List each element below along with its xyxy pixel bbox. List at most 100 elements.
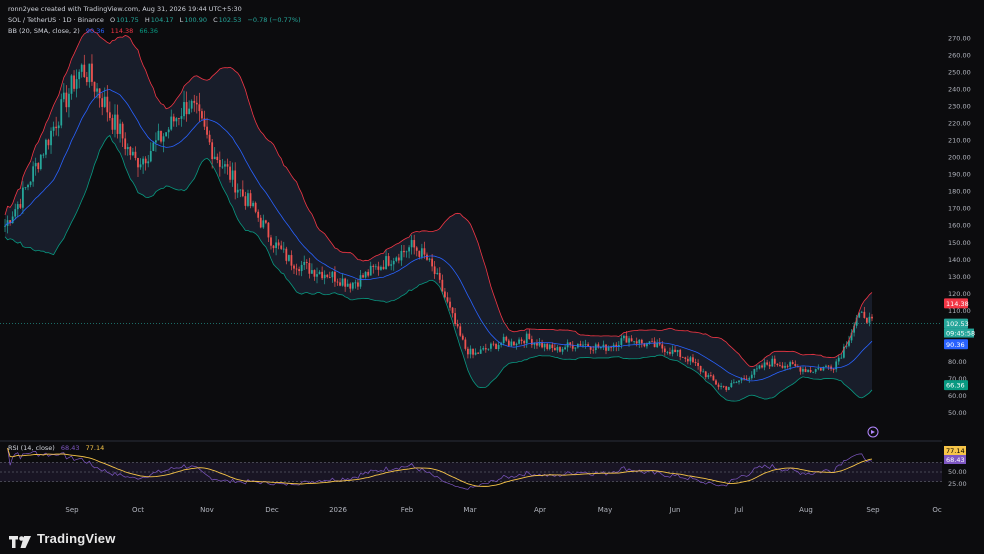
candle-body	[65, 92, 68, 108]
candle-body	[638, 339, 641, 344]
candle-body	[313, 270, 316, 277]
candle-body	[374, 266, 377, 268]
candle-body	[300, 264, 303, 272]
price-tick-label: 60.00	[948, 392, 967, 400]
candle-body	[323, 274, 326, 279]
rsi-legend-label[interactable]: RSI (14, close)	[8, 444, 55, 452]
price-chart[interactable]: 270.00 260.00 250.00 240.00 230.00 220.00 210.…	[0, 0, 984, 554]
price-tick-label: 130.00	[948, 273, 971, 281]
candle-body	[451, 307, 454, 314]
rsi-legend[interactable]: RSI (14, close) 68.43 77.14	[8, 444, 108, 452]
candle-body	[60, 99, 63, 126]
candle-body	[443, 291, 446, 298]
candle-body	[167, 129, 170, 133]
candle-body	[165, 132, 168, 137]
candle-body	[126, 146, 129, 150]
candle-body	[149, 150, 152, 162]
candle-body	[91, 63, 93, 82]
price-tick-label: 250.00	[948, 69, 971, 77]
time-tick-label: Aug	[799, 506, 813, 514]
candle-body	[781, 365, 784, 368]
candle-body	[134, 151, 137, 158]
candle-body	[29, 181, 32, 185]
candle-body	[582, 344, 584, 346]
candle-body	[308, 262, 311, 274]
candle-body	[697, 363, 699, 366]
candle-body	[725, 386, 728, 390]
candle-body	[518, 339, 520, 344]
candle-body	[380, 266, 382, 270]
time-tick-label: Oct	[132, 506, 144, 514]
candle-body	[825, 365, 827, 367]
ohlc-close: 102.53	[218, 16, 242, 24]
candle-body	[684, 357, 687, 359]
candle-body	[484, 348, 487, 350]
candle-body	[262, 220, 265, 228]
candle-body	[722, 385, 725, 387]
candle-body	[78, 71, 81, 80]
tradingview-logo-text: TradingView	[37, 531, 116, 546]
candle-body	[663, 348, 666, 353]
candle-body	[784, 365, 786, 368]
candle-body	[628, 338, 630, 343]
candle-body	[185, 102, 188, 115]
candle-body	[172, 116, 175, 122]
candle-body	[85, 77, 88, 83]
symbol-legend[interactable]: SOL / TetherUS · 1D · Binance O101.75 H1…	[8, 16, 305, 24]
candle-body	[27, 184, 29, 188]
candle-body	[397, 257, 400, 261]
candle-body	[423, 248, 426, 255]
candle-body	[114, 114, 116, 130]
candle-body	[727, 387, 730, 390]
bb-upper-value: 114.38	[110, 27, 134, 35]
candle-body	[832, 369, 835, 370]
candle-body	[730, 382, 733, 388]
bb-legend[interactable]: BB (20, SMA, close, 2) 90.36 114.38 66.3…	[8, 27, 162, 35]
candle-body	[193, 100, 196, 103]
candle-body	[57, 125, 60, 129]
candle-body	[277, 242, 280, 246]
symbol-title[interactable]: SOL / TetherUS · 1D · Binance	[8, 16, 104, 24]
candle-body	[469, 348, 472, 355]
candle-body	[441, 279, 444, 292]
candle-body	[528, 333, 531, 340]
candle-body	[802, 369, 804, 372]
candle-body	[124, 138, 127, 150]
candle-body	[349, 283, 352, 289]
candle-body	[254, 202, 257, 212]
candle-body	[224, 164, 226, 167]
candle-body	[620, 338, 623, 345]
bb-legend-label[interactable]: BB (20, SMA, close, 2)	[8, 27, 80, 35]
tradingview-logo[interactable]: TradingView	[9, 531, 116, 548]
candle-body	[679, 349, 682, 358]
rsi-tick-label: 50.00	[948, 468, 967, 476]
candle-body	[249, 193, 252, 207]
candle-body	[431, 258, 434, 267]
candle-body	[183, 102, 185, 117]
candle-body	[213, 156, 216, 160]
candle-body	[116, 114, 119, 134]
candle-body	[738, 380, 740, 383]
ohlc-open-label: O	[109, 16, 116, 24]
candle-body	[809, 369, 812, 372]
rsi-value-badge: 68.43	[944, 455, 966, 464]
candle-body	[247, 193, 249, 206]
candle-body	[395, 257, 398, 261]
candle-body	[321, 271, 324, 279]
candle-body	[799, 367, 802, 372]
candle-body	[817, 368, 820, 370]
candle-body	[14, 209, 17, 217]
candle-body	[211, 142, 214, 160]
candle-body	[456, 323, 459, 327]
candle-body	[546, 343, 549, 349]
candle-body	[206, 126, 208, 135]
candle-body	[108, 112, 111, 118]
candle-body	[208, 134, 211, 143]
candle-body	[377, 266, 380, 270]
footer-bar: TradingView	[0, 524, 984, 554]
candle-body	[160, 130, 162, 142]
rsi-ma-badge-text: 77.14	[946, 447, 965, 455]
time-tick-label: Mar	[463, 506, 476, 514]
candle-body	[454, 313, 457, 324]
candle-body	[119, 123, 121, 134]
